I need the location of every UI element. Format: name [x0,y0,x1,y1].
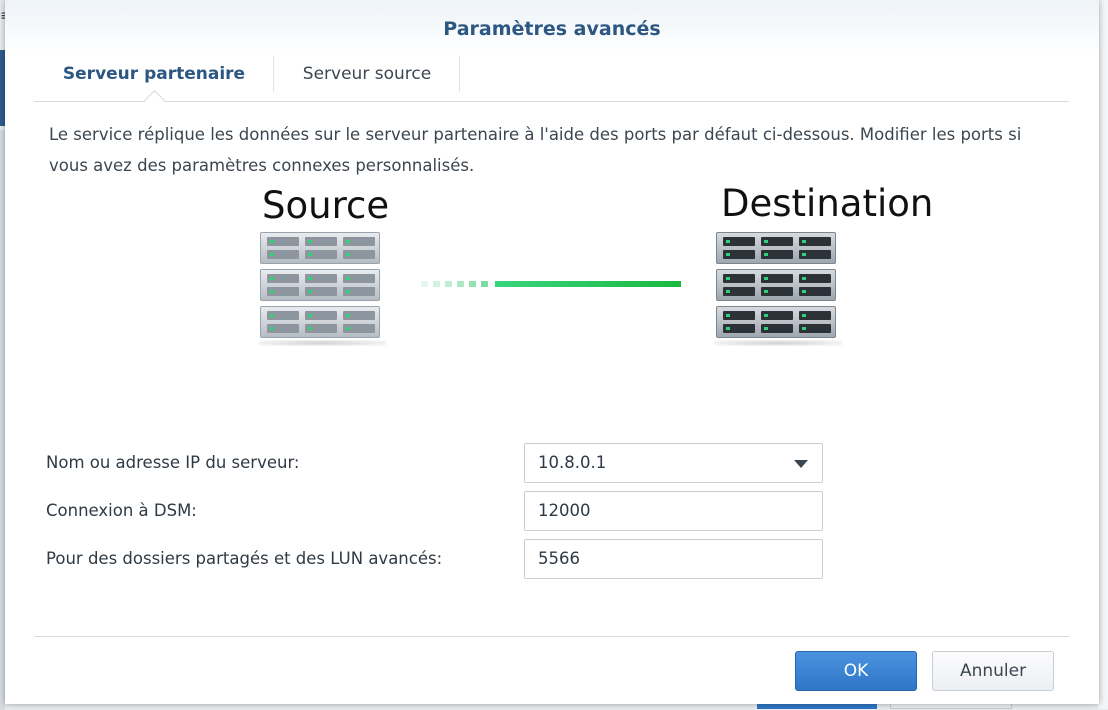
server-address-label: Nom ou adresse IP du serveur: [46,453,300,472]
destination-label: Destination [721,182,933,225]
advanced-settings-dialog: Paramètres avancés Serveur partenaire Se… [5,0,1099,704]
shared-folders-lun-label: Pour des dossiers partagés et des LUN av… [46,549,442,568]
chevron-down-icon[interactable] [794,460,808,468]
destination-server-icon [714,232,838,342]
active-tab-pointer [144,90,165,111]
tab-bar: Serveur partenaire Serveur source [34,52,1069,102]
footer-divider [34,636,1069,637]
dsm-port-field[interactable] [524,491,823,531]
dialog-title: Paramètres avancés [5,18,1099,40]
tab-source-server[interactable]: Serveur source [274,56,460,92]
cancel-button[interactable]: Annuler [932,651,1054,691]
dsm-port-input[interactable] [538,492,798,530]
ok-button[interactable]: OK [795,651,917,691]
tab-partner-server[interactable]: Serveur partenaire [34,56,274,92]
background-panel-edge [1098,0,1108,709]
description-text: Le service réplique les données sur le s… [49,119,1059,181]
server-address-select[interactable]: 10.8.0.1 [524,443,823,483]
shared-folders-port-input[interactable] [538,540,798,578]
dialog-header: Paramètres avancés [5,0,1099,56]
connection-line [495,281,681,287]
source-server-icon [258,232,382,342]
shared-folders-port-field[interactable] [524,539,823,579]
source-label: Source [262,184,389,227]
tab-separator [459,56,460,92]
server-address-value: 10.8.0.1 [538,453,606,472]
dsm-connection-label: Connexion à DSM: [46,501,197,520]
